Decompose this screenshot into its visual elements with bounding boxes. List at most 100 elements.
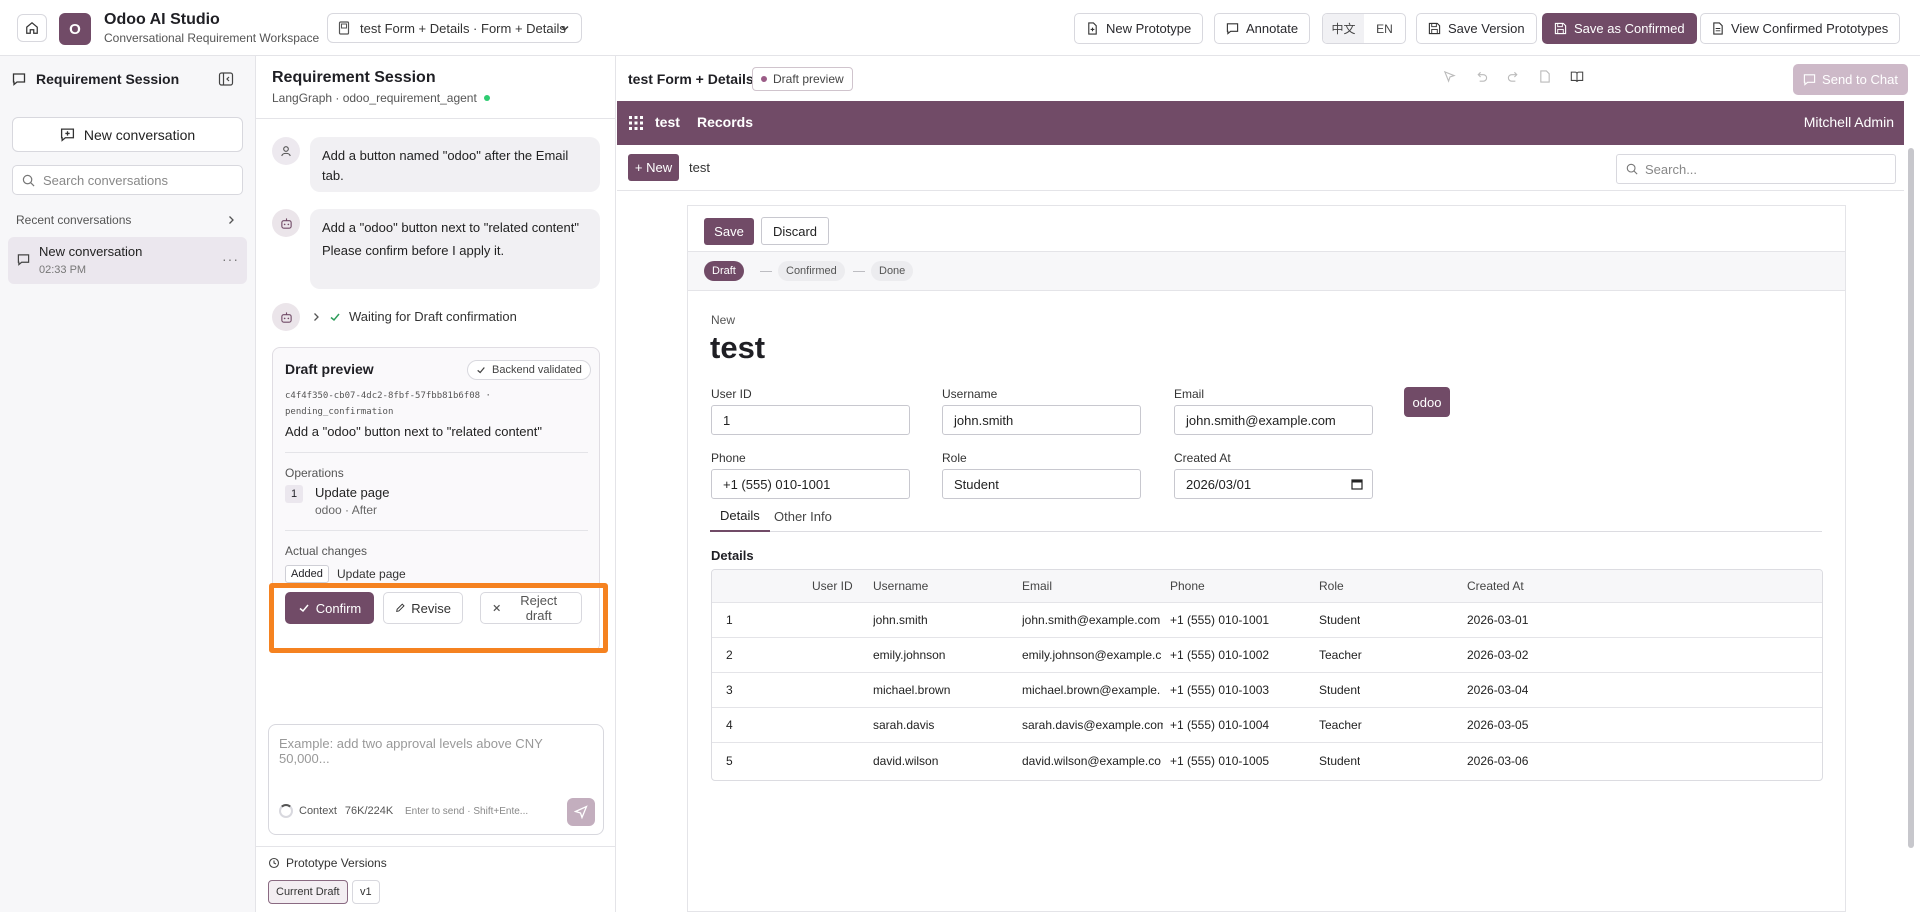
more-options-icon[interactable]: ··· (222, 251, 239, 267)
column-header[interactable]: User ID (812, 570, 853, 602)
column-header[interactable]: Email (1022, 570, 1052, 602)
user-menu[interactable]: Mitchell Admin (1804, 114, 1894, 130)
status-draft[interactable]: Draft (704, 261, 744, 281)
table-row[interactable]: 2 emily.johnson emily.johnson@example.c … (712, 638, 1822, 673)
status-confirmed[interactable]: Confirmed (778, 261, 845, 281)
table-cell: 2026-03-01 (1467, 613, 1529, 627)
table-cell: Teacher (1319, 718, 1362, 732)
table-cell: 2 (726, 648, 733, 662)
new-conversation-button[interactable]: New conversation (12, 117, 243, 152)
check-icon (299, 604, 309, 613)
calendar-icon[interactable] (1351, 478, 1363, 490)
details-table: User ID Username Email Phone Role Create… (711, 569, 1823, 781)
operation-detail: odoo · After (315, 503, 378, 517)
sidebar-header: Requirement Session (12, 71, 179, 87)
tab-details[interactable]: Details (710, 500, 770, 532)
message-input[interactable] (279, 736, 593, 776)
column-header[interactable]: Username (873, 570, 928, 602)
form-tabs: Details Other Info (710, 500, 1822, 532)
actual-changes-label: Actual changes (285, 544, 368, 558)
version-chip-current-draft[interactable]: Current Draft (268, 880, 348, 904)
status-done[interactable]: Done (871, 261, 914, 281)
annotate-button[interactable]: Annotate (1214, 13, 1311, 44)
document-icon (1713, 22, 1723, 35)
view-confirmed-prototypes-button[interactable]: View Confirmed Prototypes (1700, 13, 1901, 44)
pencil-icon (396, 603, 405, 613)
online-status-dot (483, 95, 490, 101)
tab-other-info[interactable]: Other Info (764, 500, 842, 532)
undo-button[interactable] (1465, 70, 1497, 83)
confirm-button[interactable]: Confirm (285, 592, 374, 624)
form-discard-button[interactable]: Discard (761, 217, 829, 245)
table-row[interactable]: 1 john.smith john.smith@example.com +1 (… (712, 603, 1822, 638)
lang-en-option[interactable]: EN (1364, 14, 1405, 43)
created-at-field[interactable]: 2026/03/01 (1174, 469, 1373, 499)
prototype-selector[interactable]: test Form + Details · Form + Details (327, 13, 582, 43)
record-title: test (710, 330, 766, 365)
table-cell: Student (1319, 753, 1361, 768)
new-prototype-button[interactable]: New Prototype (1074, 13, 1204, 44)
user-message: Add a button named "odoo" after the Emai… (310, 137, 600, 192)
email-field[interactable]: john.smith@example.com (1174, 405, 1373, 435)
revise-button[interactable]: Revise (383, 592, 463, 624)
assistant-avatar (272, 209, 300, 237)
table-cell: sarah.davis@example.com (1022, 718, 1163, 732)
column-header[interactable]: Created At (1467, 570, 1524, 602)
divider (256, 846, 616, 847)
status-connector (760, 271, 772, 272)
new-chat-icon (60, 128, 74, 142)
draft-id: c4f4f350-cb07-4dc2-8fbf-57fbb81b6f08 · p… (285, 391, 491, 417)
waiting-status[interactable]: Waiting for Draft confirmation (311, 309, 517, 324)
redo-button[interactable] (1497, 70, 1529, 83)
username-field[interactable]: john.smith (942, 405, 1141, 435)
send-to-chat-button[interactable]: Send to Chat (1793, 64, 1908, 95)
send-button[interactable] (567, 798, 595, 826)
save-version-button[interactable]: Save Version (1416, 13, 1537, 44)
document-icon (338, 21, 350, 35)
table-cell: michael.brown (873, 683, 951, 697)
lang-zh-option[interactable]: 中文 (1323, 14, 1364, 43)
role-field[interactable]: Student (942, 469, 1141, 499)
search-conversations-input[interactable] (43, 172, 233, 188)
added-tag: Added (285, 565, 329, 583)
record-search-input[interactable] (1645, 161, 1885, 177)
home-button[interactable] (17, 14, 47, 42)
status-dot (761, 76, 767, 82)
apps-grid-icon[interactable] (628, 115, 644, 131)
collapse-sidebar-button[interactable] (218, 71, 234, 90)
scrollbar-thumb[interactable] (1908, 148, 1914, 848)
table-row[interactable]: 4 sarah.davis sarah.davis@example.com +1… (712, 708, 1822, 743)
change-title: Update page (337, 567, 406, 581)
records-menu[interactable]: Records (697, 114, 753, 130)
version-chip-v1[interactable]: v1 (352, 880, 380, 904)
column-header[interactable]: Phone (1170, 570, 1205, 602)
operation-title: Update page (315, 485, 390, 500)
odoo-button[interactable]: odoo (1404, 387, 1450, 417)
table-row[interactable]: 3 michael.brown michael.brown@example. +… (712, 673, 1822, 708)
redo-icon (1507, 71, 1518, 82)
form-save-button[interactable]: Save (704, 218, 754, 245)
draft-preview-title: Draft preview (285, 361, 374, 377)
user-id-field[interactable]: 1 (711, 405, 910, 435)
chevron-right-icon[interactable] (226, 215, 236, 225)
table-cell: 2026-03-06 (1467, 753, 1529, 768)
reject-draft-button[interactable]: Reject draft (480, 592, 582, 624)
select-tool-button[interactable] (1433, 70, 1465, 83)
conversation-item[interactable]: New conversation 02:33 PM ··· (8, 237, 247, 284)
conversation-sidebar: Requirement Session New conversation Rec… (0, 56, 256, 912)
check-icon (330, 313, 340, 321)
guide-button[interactable] (1561, 70, 1593, 83)
search-icon (22, 174, 35, 186)
operation-number: 1 (285, 485, 303, 503)
column-header[interactable]: Role (1319, 570, 1344, 602)
phone-field[interactable]: +1 (555) 010-1001 (711, 469, 910, 499)
export-button[interactable] (1529, 70, 1561, 83)
draft-actions: Confirm Revise Reject draft (273, 583, 599, 651)
save-as-confirmed-button[interactable]: Save as Confirmed (1542, 13, 1697, 44)
chevron-down-icon (561, 26, 569, 31)
table-row[interactable]: 5 david.wilson david.wilson@example.co +… (712, 743, 1822, 778)
odoo-app-name[interactable]: test (655, 114, 680, 130)
new-record-button[interactable]: + New (628, 154, 679, 181)
table-cell: emily.johnson (873, 648, 946, 662)
table-cell: john.smith (873, 613, 928, 627)
